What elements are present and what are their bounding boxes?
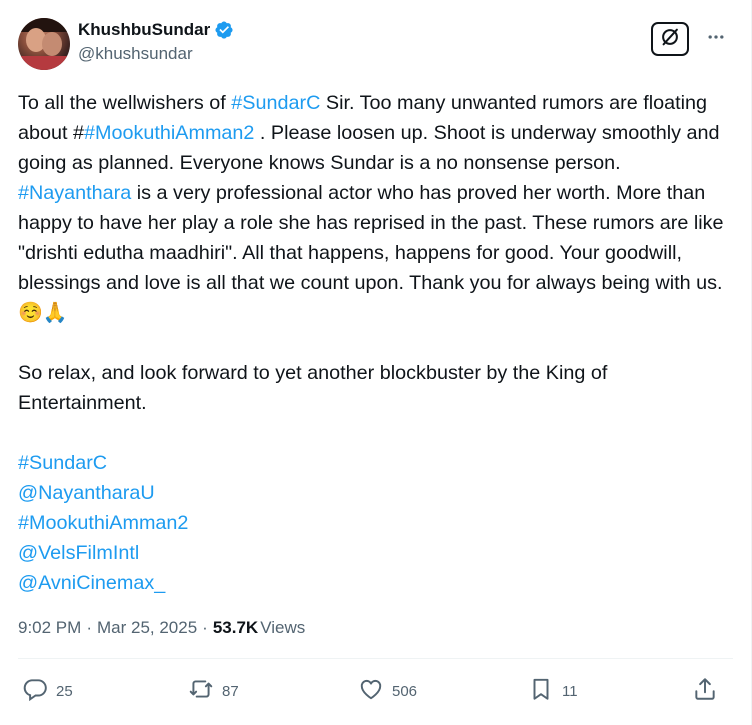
hashtag-link[interactable]: #Nayanthara [18, 182, 131, 204]
tweet-paragraph-2: So relax, and look forward to yet anothe… [18, 362, 608, 414]
tag-link[interactable]: #MookuthiAmman2 [18, 508, 730, 538]
reply-count: 25 [56, 682, 73, 700]
share-icon [692, 676, 718, 706]
verified-icon [214, 20, 234, 40]
more-icon [706, 27, 726, 52]
views-count: 53.7K [212, 618, 259, 637]
grok-icon [659, 26, 681, 53]
like-icon [358, 676, 384, 706]
more-button[interactable] [701, 24, 731, 54]
tweet-meta: 9:02 PM · Mar 25, 2025 · 53.7K Views [18, 618, 305, 638]
reply-button[interactable]: 25 [22, 676, 73, 706]
hashtag-link[interactable]: #SundarC [231, 92, 320, 114]
mention-link[interactable]: @VelsFilmIntl [18, 538, 730, 568]
tweet-text: To all the wellwishers of #SundarC Sir. … [18, 88, 730, 598]
author-display-name[interactable]: KhushbuSundar [78, 20, 210, 40]
bookmark-button[interactable]: 11 [528, 676, 578, 706]
views-label: Views [260, 618, 306, 637]
mention-link[interactable]: @NayantharaU [18, 478, 730, 508]
like-button[interactable]: 506 [358, 676, 417, 706]
author-handle[interactable]: @khushsundar [78, 44, 234, 64]
meta-separator: · [202, 618, 208, 637]
tweet-card: KhushbuSundar @khushsundar To all the we… [0, 0, 752, 725]
action-bar: 25 87 506 11 [18, 676, 727, 708]
divider [18, 658, 733, 659]
like-count: 506 [392, 682, 418, 700]
repost-button[interactable]: 87 [188, 676, 239, 706]
tweet-text-segment: To all the wellwishers of [18, 92, 232, 114]
reply-icon [22, 676, 48, 706]
meta-separator: · [86, 618, 92, 637]
grok-button[interactable] [651, 22, 689, 56]
repost-icon [188, 676, 214, 706]
tag-link[interactable]: #SundarC [18, 448, 730, 478]
avatar[interactable] [18, 18, 70, 70]
tweet-date[interactable]: Mar 25, 2025 [97, 618, 197, 638]
author-info: KhushbuSundar @khushsundar [78, 20, 234, 64]
hashtag-link[interactable]: #MookuthiAmman2 [84, 122, 254, 144]
tweet-header: KhushbuSundar @khushsundar [18, 16, 733, 72]
tweet-paragraph-1: To all the wellwishers of #SundarC Sir. … [18, 88, 730, 328]
emoji: ☺️🙏 [18, 302, 68, 324]
bookmark-count: 11 [562, 682, 578, 700]
repost-count: 87 [222, 682, 239, 700]
share-button[interactable] [692, 676, 718, 706]
mention-link[interactable]: @AvniCinemax_ [18, 568, 730, 598]
bookmark-icon [528, 676, 554, 706]
tweet-tags: #SundarC @NayantharaU #MookuthiAmman2 @V… [18, 448, 730, 598]
tweet-time[interactable]: 9:02 PM [18, 618, 81, 638]
